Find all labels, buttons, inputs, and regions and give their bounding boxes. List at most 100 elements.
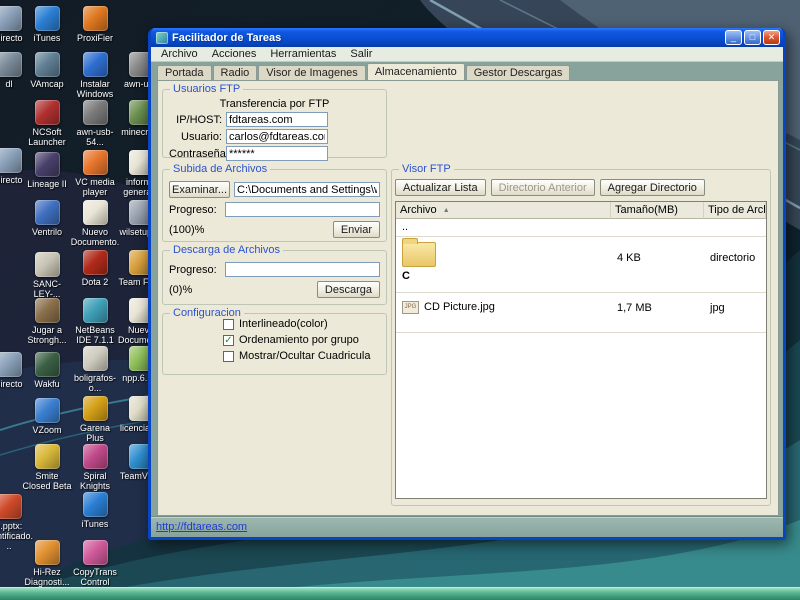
status-bar: http://fdtareas.com xyxy=(151,516,783,537)
desktop-icon-wakfu[interactable]: Wakfu xyxy=(22,352,72,389)
contrasena-input[interactable] xyxy=(226,146,328,161)
close-button[interactable]: ✕ xyxy=(763,30,780,45)
table-row-item[interactable]: .. xyxy=(396,219,766,237)
desktop-icon-garena-plus[interactable]: Garena Plus xyxy=(70,396,120,443)
desktop-icon-label: iTunes xyxy=(34,33,61,43)
desktop-icon-itunes[interactable]: iTunes xyxy=(22,6,72,43)
cell-archivo: .. xyxy=(396,219,611,236)
desktop-icon-proxifier[interactable]: ProxiFier xyxy=(70,6,120,43)
upload-path-input[interactable] xyxy=(234,182,380,197)
desktop-icon-instalar-windows[interactable]: Instalar Windows xyxy=(70,52,120,99)
desktop-icon-boligrafos-o[interactable]: boligrafos-o... xyxy=(70,346,120,393)
tab-radio[interactable]: Radio xyxy=(213,65,258,80)
desktop-icon-ventrilo[interactable]: Ventrilo xyxy=(22,200,72,237)
field-row-usuario: Usuario: xyxy=(169,129,380,144)
menu-acciones[interactable]: Acciones xyxy=(205,48,264,60)
app-window: Facilitador de Tareas _ □ ✕ ArchivoAccio… xyxy=(148,28,786,540)
config-option-ordenamiento-por-grupo: ✓Ordenamiento por grupo xyxy=(223,334,386,346)
tab-visor-de-imagenes[interactable]: Visor de Imagenes xyxy=(258,65,366,80)
ftp-file-table: Archivo ▲ Tamaño(MB) Tipo de Archivo ..C… xyxy=(395,201,767,499)
group-title-visor-ftp: Visor FTP xyxy=(399,163,454,175)
desktop-icon-label: Ventrilo xyxy=(32,227,62,237)
examinar-button[interactable]: Examinar... xyxy=(169,181,230,198)
group-title-subida: Subida de Archivos xyxy=(170,163,270,175)
visor-ftp-toolbar: Actualizar Lista Directorio Anterior Agreg… xyxy=(395,179,705,196)
desktop-icon-sanc-ley[interactable]: SANC-LEY-... xyxy=(22,252,72,299)
column-header-archivo[interactable]: Archivo ▲ xyxy=(396,202,611,219)
desktop-icon-label: boligrafos-o... xyxy=(70,373,120,393)
desktop-icon-vamcap[interactable]: VAmcap xyxy=(22,52,72,89)
transferencia-por-ftp-label: Transferencia por FTP xyxy=(163,98,386,110)
desktop-icon-lineage-ii[interactable]: Lineage II xyxy=(22,152,72,189)
desktop-icon-label: Garena Plus xyxy=(70,423,120,443)
ip-host-input[interactable] xyxy=(226,112,328,127)
config-option-mostrar-ocultar-cuadricula: Mostrar/Ocultar Cuadricula xyxy=(223,350,386,362)
desktop-icon-smite-closed-beta[interactable]: Smite Closed Beta xyxy=(22,444,72,491)
agregar-directorio-button[interactable]: Agregar Directorio xyxy=(600,179,705,196)
group-title-descarga: Descarga de Archivos xyxy=(170,244,283,256)
table-row-cd-picture-jpg[interactable]: JPGCD Picture.jpg1,7 MBjpg xyxy=(396,293,766,333)
actualizar-lista-button[interactable]: Actualizar Lista xyxy=(395,179,486,196)
nuevo-documento-icon xyxy=(83,200,108,225)
cell-tipo: directorio xyxy=(704,237,766,292)
desktop-icon-vzoom[interactable]: VZoom xyxy=(22,398,72,435)
desktop-icon-awn-usb-54[interactable]: awn-usb-54... xyxy=(70,100,120,147)
vc-media-player-icon xyxy=(83,150,108,175)
checkbox-mostrar-ocultar-cuadricula[interactable] xyxy=(223,351,234,362)
desktop-icon-itunes[interactable]: iTunes xyxy=(70,492,120,529)
window-titlebar[interactable]: Facilitador de Tareas _ □ ✕ xyxy=(151,28,783,47)
desktop-icon-hi-rez-diagnosti[interactable]: Hi-Rez Diagnosti... xyxy=(22,540,72,587)
menu-salir[interactable]: Salir xyxy=(343,48,379,60)
download-progress-input[interactable] xyxy=(225,262,380,277)
tab-portada[interactable]: Portada xyxy=(157,65,212,80)
desktop-icon-label: VZoom xyxy=(32,425,61,435)
cell-tamano: 4 KB xyxy=(611,237,704,292)
descarga-button[interactable]: Descarga xyxy=(317,281,380,298)
smite-closed-beta-icon xyxy=(35,444,60,469)
sanc-ley-icon xyxy=(35,252,60,277)
desktop-icon-label: Jugar a Strongh... xyxy=(22,325,72,345)
desktop-icon-ncsoft-launcher[interactable]: NCSoft Launcher xyxy=(22,100,72,147)
desktop-icon-label: ProxiFier xyxy=(77,33,113,43)
tab-page-almacenamiento: Usuarios FTP Transferencia por FTP IP/HO… xyxy=(157,80,779,516)
awn-usb-54-icon xyxy=(83,100,108,125)
desktop-icon-jugar-a-strongh[interactable]: Jugar a Strongh... xyxy=(22,298,72,345)
group-visor-ftp: Visor FTP Actualizar ListaDirectorio Ant… xyxy=(391,169,771,506)
table-header: Archivo ▲ Tamaño(MB) Tipo de Archivo xyxy=(396,202,766,219)
menu-herramientas[interactable]: Herramientas xyxy=(263,48,343,60)
usuario-label: Usuario: xyxy=(169,131,226,143)
desktop-icon-netbeans-ide-7-1-1[interactable]: NetBeans IDE 7.1.1 xyxy=(70,298,120,345)
website-link[interactable]: http://fdtareas.com xyxy=(156,521,247,533)
file-name: C xyxy=(402,270,410,282)
desktop-icon-label: Wakfu xyxy=(34,379,59,389)
enviar-button[interactable]: Enviar xyxy=(333,221,380,238)
proxifier-icon xyxy=(83,6,108,31)
app-icon xyxy=(156,32,168,44)
checkbox-ordenamiento-por-grupo[interactable]: ✓ xyxy=(223,335,234,346)
maximize-button[interactable]: □ xyxy=(744,30,761,45)
directo-icon xyxy=(0,148,22,173)
taskbar[interactable] xyxy=(0,587,800,600)
contrasena-label: Contraseña: xyxy=(169,148,226,160)
download-percent-label: (0)% xyxy=(169,284,192,296)
desktop-icon-vc-media-player[interactable]: VC media player xyxy=(70,150,120,197)
usuarios-ftp-fields: IP/HOST:Usuario:Contraseña: xyxy=(163,112,386,161)
menu-archivo[interactable]: Archivo xyxy=(154,48,205,60)
column-header-tipo[interactable]: Tipo de Archivo xyxy=(704,202,766,219)
column-header-tamano[interactable]: Tamaño(MB) xyxy=(611,202,704,219)
minimize-button[interactable]: _ xyxy=(725,30,742,45)
usuario-input[interactable] xyxy=(226,129,328,144)
tab-gestor-descargas[interactable]: Gestor Descargas xyxy=(466,65,571,80)
desktop-icon-spiral-knights[interactable]: Spiral Knights xyxy=(70,444,120,491)
table-row-c[interactable]: C 4 KBdirectorio xyxy=(396,237,766,293)
desktop-icon-label: VC media player xyxy=(70,177,120,197)
directo-icon xyxy=(0,6,22,31)
dl-icon xyxy=(0,52,22,77)
spiral-knights-icon xyxy=(83,444,108,469)
checkbox-interlineado-color[interactable] xyxy=(223,319,234,330)
upload-progress-input[interactable] xyxy=(225,202,380,217)
desktop-icon-dota-2[interactable]: Dota 2 xyxy=(70,250,120,287)
tab-almacenamiento[interactable]: Almacenamiento xyxy=(367,63,465,80)
desktop-icon-nuevo-documento[interactable]: Nuevo Documento... xyxy=(70,200,120,257)
directorio-anterior-button[interactable]: Directorio Anterior xyxy=(491,179,595,196)
